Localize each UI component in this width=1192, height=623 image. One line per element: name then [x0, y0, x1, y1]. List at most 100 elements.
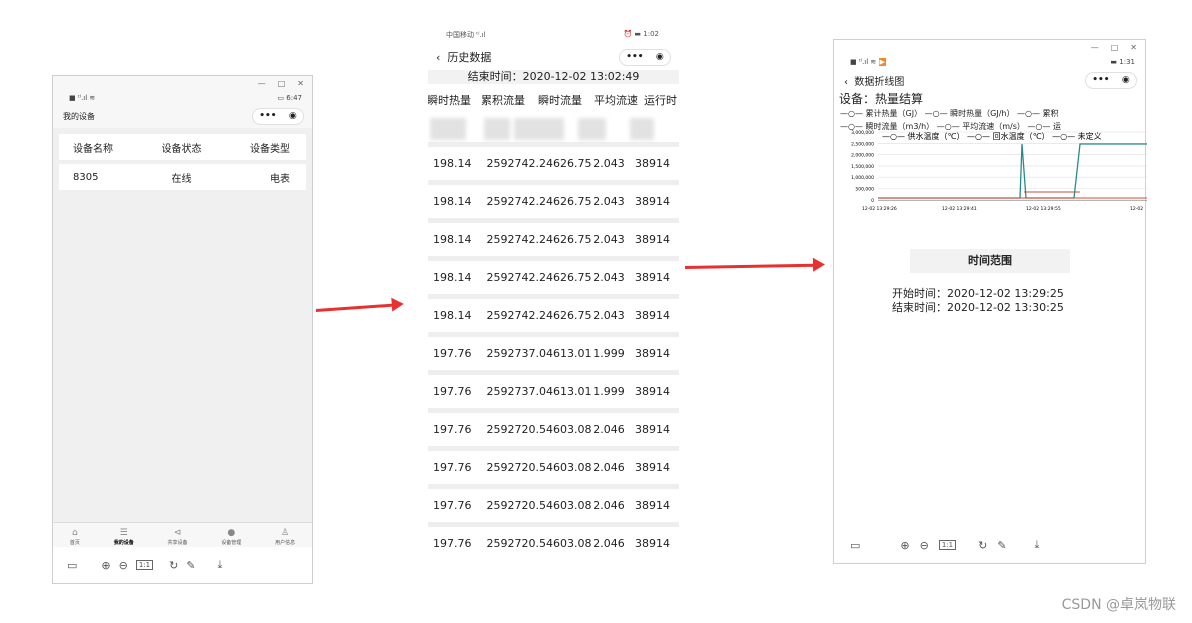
screen-icon[interactable]: ▭ — [67, 559, 77, 572]
zoom-out-icon[interactable]: ⊖ — [119, 559, 128, 572]
tab-shared-devices[interactable]: ⊲ 共享设备 — [167, 528, 187, 546]
status-bar: 中国移动 ᵗˡ.ıl ⏰ ▬ 1:02 — [428, 28, 679, 44]
line-chart: 3,000,000 2,500,000 2,000,000 1,500,000 1,00… — [851, 130, 1147, 212]
download-icon[interactable]: ⤓ — [1035, 538, 1040, 552]
table-row: 197.76 2592737.0 4613.01 1.999 38914 — [428, 332, 679, 370]
nav-bar: ‹ 历史数据 ••• ◉ — [428, 44, 679, 70]
maximize-icon[interactable]: □ — [278, 79, 286, 88]
table-cell: 4613.01 — [546, 385, 592, 398]
pen-icon[interactable]: ✎ — [186, 559, 195, 572]
zoom-in-icon[interactable]: ⊕ — [900, 539, 909, 552]
header-cell: 设备名称 — [73, 143, 113, 155]
watermark: CSDN @卓岚物联 — [1061, 597, 1176, 613]
table-cell: 4603.08 — [546, 423, 592, 436]
tab-label: 我的设备 — [113, 540, 134, 546]
table-header: 瞬时热量 累积流量 瞬时流量 平均流速 运行时 — [428, 84, 679, 116]
carrier-text: 中国移动 ᵗˡ.ıl — [446, 31, 486, 39]
flow-arrow — [684, 263, 816, 269]
share-icon: ⊲ — [173, 528, 182, 538]
table-header: 设备名称 设备状态 设备类型 — [59, 134, 306, 160]
table-cell: 198.14 — [433, 271, 472, 284]
status-time: ▬ 1:31 — [1110, 58, 1135, 66]
maximize-icon[interactable]: □ — [1111, 43, 1119, 52]
table-row[interactable]: 8305 在线 电表 — [59, 164, 306, 190]
tab-user-info[interactable]: ♙ 用户信息 — [275, 528, 295, 546]
tab-home[interactable]: ⌂ 首页 — [70, 528, 80, 546]
tab-my-devices[interactable]: ☰ 我的设备 — [114, 528, 134, 546]
minimize-icon[interactable]: — — [1091, 43, 1099, 52]
table-cell: 38914 — [635, 309, 670, 322]
signal-icon: ■ ᵗˡ.ıl ≋ — [69, 94, 96, 102]
table-cell: 197.76 — [433, 537, 472, 550]
y-tick-label: 1,000,000 — [851, 175, 874, 181]
window-controls: — □ ✕ — [834, 40, 1145, 54]
viewer-toolbar: ▭ ⊕ ⊖ 1:1 ↻ ✎ ⤓ — [53, 547, 312, 583]
table-cell: 2.043 — [593, 195, 625, 208]
table-cell: 197.76 — [433, 423, 472, 436]
table-row: 198.14 2592742.2 4626.75 2.043 38914 — [428, 180, 679, 218]
tab-device-management[interactable]: ● 设备管理 — [221, 528, 241, 546]
nav-bar: 我的设备 ••• ◉ — [53, 104, 312, 128]
y-axis-ticks: 3,000,000 2,500,000 2,000,000 1,500,000 1,00… — [851, 130, 874, 204]
actual-size-button[interactable]: 1:1 — [938, 540, 957, 550]
table-cell: 197.76 — [433, 461, 472, 474]
screen-icon[interactable]: ▭ — [850, 539, 860, 552]
table-cell: 2592737.0 — [486, 347, 547, 360]
nav-bar: ‹ 数据折线图 ••• ◉ — [834, 68, 1145, 92]
close-icon[interactable]: ✕ — [1130, 43, 1137, 52]
flow-arrow — [315, 303, 394, 312]
pen-icon[interactable]: ✎ — [997, 539, 1006, 552]
table-row: 197.76 2592720.5 4603.08 2.046 38914 — [428, 446, 679, 484]
close-icon[interactable]: ✕ — [297, 79, 304, 88]
table-cell: 198.14 — [433, 233, 472, 246]
status-time: ▭ 6:47 — [277, 94, 302, 102]
table-cell: 4626.75 — [546, 309, 592, 322]
zoom-in-icon[interactable]: ⊕ — [101, 559, 110, 572]
window-controls: — □ ✕ — [53, 76, 312, 90]
back-button[interactable]: ‹ 历史数据 — [436, 49, 491, 65]
download-icon[interactable]: ⤓ — [218, 558, 223, 572]
time-range-button[interactable]: 时间范围 — [910, 249, 1070, 273]
actual-size-button[interactable]: 1:1 — [135, 560, 154, 570]
table-cell: 2.043 — [593, 271, 625, 284]
table-cell: 2.043 — [593, 233, 625, 246]
device-title: 设备：热量结算 — [839, 92, 924, 106]
more-icon[interactable]: ••• — [1092, 75, 1109, 85]
table-cell: 2592720.5 — [486, 423, 547, 436]
table-row: 197.76 2592720.5 4603.08 2.046 38914 — [428, 522, 679, 560]
header-cell: 累积流量 — [481, 94, 525, 107]
status-time: ⏰ ▬ 1:02 — [623, 30, 659, 38]
device-name: 8305 — [73, 171, 99, 183]
end-time: 结束时间：2020-12-02 13:02:49 — [428, 70, 679, 84]
back-button[interactable]: ‹ 数据折线图 — [844, 73, 904, 88]
device-status: 在线 — [171, 173, 192, 185]
table-row: 197.76 2592720.5 4603.08 2.046 38914 — [428, 484, 679, 522]
table-row: 198.14 2592742.2 4626.75 2.043 38914 — [428, 294, 679, 332]
table-cell: 2592742.2 — [486, 233, 547, 246]
target-icon[interactable]: ◉ — [1122, 75, 1130, 85]
table-cell: 38914 — [635, 385, 670, 398]
table-cell: 38914 — [635, 271, 670, 284]
y-tick-label: 3,000,000 — [851, 130, 874, 136]
mini-capsule: ••• ◉ — [252, 107, 304, 125]
rotate-icon[interactable]: ↻ — [169, 559, 178, 572]
target-icon[interactable]: ◉ — [289, 111, 297, 121]
table-cell: 2592742.2 — [486, 309, 547, 322]
rotate-icon[interactable]: ↻ — [978, 539, 987, 552]
minimize-icon[interactable]: — — [258, 79, 266, 88]
more-icon[interactable]: ••• — [626, 52, 643, 62]
user-icon: ♙ — [281, 528, 290, 538]
table-cell: 1.999 — [593, 385, 625, 398]
table-cell: 2592720.5 — [486, 537, 547, 550]
table-cell: 4626.75 — [546, 157, 592, 170]
target-icon[interactable]: ◉ — [656, 52, 664, 62]
zoom-out-icon[interactable]: ⊖ — [920, 539, 929, 552]
table-cell: 2592742.2 — [486, 195, 547, 208]
table-cell: 198.14 — [433, 309, 472, 322]
table-cell: 197.76 — [433, 499, 472, 512]
viewer-toolbar: ▭ ⊕ ⊖ 1:1 ↻ ✎ ⤓ — [834, 527, 1145, 563]
more-icon[interactable]: ••• — [259, 111, 276, 121]
table-cell: 198.14 — [433, 157, 472, 170]
series-line-return-temp — [878, 143, 1147, 199]
legend-row: —○— 累计热量（GJ） —○— 瞬时热量（GJ/h） —○— 累积 — [840, 109, 1059, 118]
